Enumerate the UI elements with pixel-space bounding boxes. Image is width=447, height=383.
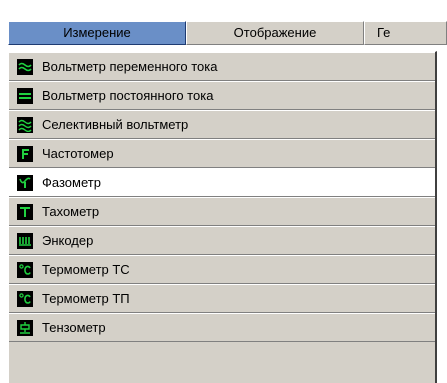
menu-item-tachometer[interactable]: Тахометр [9,197,435,226]
tab-generator[interactable]: Ге [364,21,447,45]
menu-item-label: Фазометр [42,175,101,190]
tab-measurement[interactable]: Измерение [8,21,186,45]
dc-lines-icon [17,87,33,104]
menu-item-thermometer-tp[interactable]: Термометр ТП [9,284,435,313]
menu-item-label: Селективный вольтметр [42,117,189,132]
menu-item-label: Энкодер [42,233,94,248]
f-letter-icon [17,145,33,162]
menu-item-ac-voltmeter[interactable]: Вольтметр переменного тока [9,52,435,81]
menu-item-thermometer-ts[interactable]: Термометр ТС [9,255,435,284]
selective-wave-icon [17,116,33,133]
menu-item-phase-meter[interactable]: Фазометр [9,168,435,197]
celsius-icon [17,261,33,278]
menu-item-label: Тахометр [42,204,100,219]
strain-gauge-icon [17,319,33,336]
menu-item-selective-voltmeter[interactable]: Селективный вольтметр [9,110,435,139]
menu-item-label: Тензометр [42,320,106,335]
encoder-comb-icon [17,232,33,249]
menu-item-encoder[interactable]: Энкодер [9,226,435,255]
tab-display-label: Отображение [233,25,317,40]
menu-item-strain-gauge[interactable]: Тензометр [9,313,435,342]
t-letter-icon [17,203,33,220]
menu-tabs: Измерение Отображение Ге [8,20,447,45]
tab-display[interactable]: Отображение [186,21,364,45]
menu-item-label: Вольтметр постоянного тока [42,88,214,103]
menu-item-frequency-meter[interactable]: Частотомер [9,139,435,168]
phase-icon [17,174,33,191]
menu-item-label: Вольтметр переменного тока [42,59,218,74]
ac-wave-icon [17,58,33,75]
menubar [0,0,447,20]
menu-item-dc-voltmeter[interactable]: Вольтметр постоянного тока [9,81,435,110]
celsius-icon [17,290,33,307]
menu-item-label: Частотомер [42,146,114,161]
menu-item-label: Термометр ТП [42,291,130,306]
menu-item-label: Термометр ТС [42,262,130,277]
tab-generator-label: Ге [377,25,391,40]
measurement-dropdown-menu: Вольтметр переменного тока Вольтметр пос… [8,51,437,383]
tab-measurement-label: Измерение [63,25,131,40]
